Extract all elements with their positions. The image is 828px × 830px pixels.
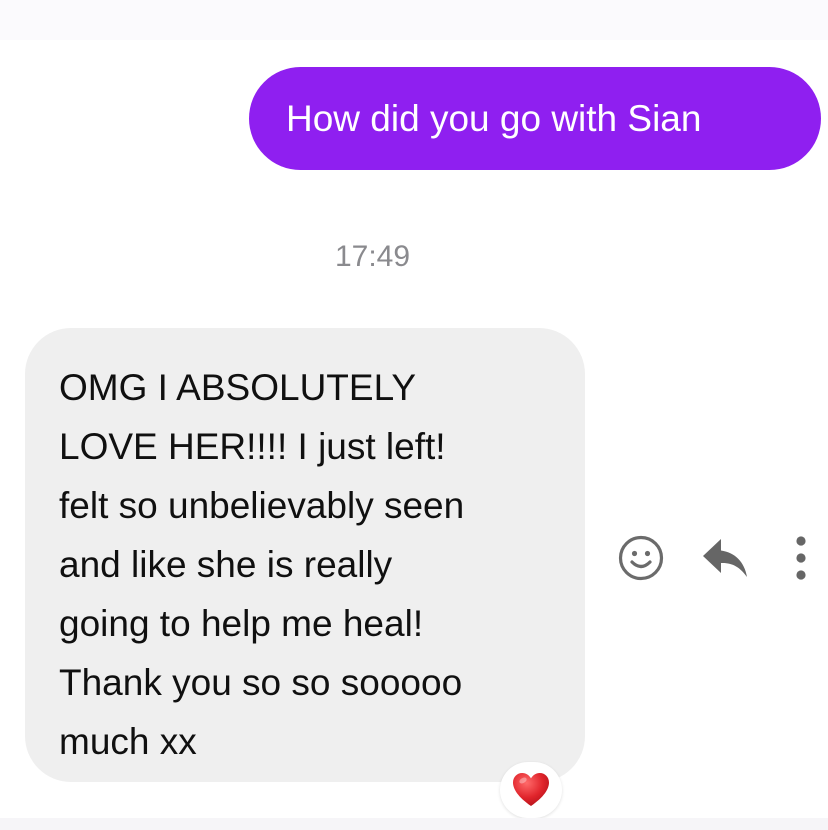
more-options-button[interactable] <box>786 532 816 584</box>
received-message-line: Thank you so so sooooo <box>59 662 463 703</box>
received-message-line: OMG I ABSOLUTELY <box>59 367 417 408</box>
received-message-line: and like she is really <box>59 544 393 585</box>
received-message-line: going to help me heal! <box>59 603 424 644</box>
top-bar-strip <box>0 0 828 40</box>
smiley-icon <box>618 535 664 581</box>
received-message-line: LOVE HER!!!! I just left! <box>59 426 446 467</box>
react-button[interactable] <box>617 534 665 582</box>
reply-button[interactable] <box>700 536 750 580</box>
heart-icon <box>513 773 549 806</box>
message-timestamp: 17:49 <box>334 240 411 273</box>
received-message-line: felt so unbelievably seen <box>59 485 465 526</box>
sent-message-bubble[interactable]: How did you go with Sian <box>249 67 821 170</box>
heart-reaction[interactable] <box>500 762 562 818</box>
more-vertical-icon <box>796 536 806 580</box>
sent-message-text: How did you go with Sian <box>286 98 702 139</box>
received-message-bubble[interactable]: OMG I ABSOLUTELY LOVE HER!!!! I just lef… <box>25 328 585 782</box>
bottom-bar-strip <box>0 818 828 830</box>
reply-arrow-icon <box>703 539 747 577</box>
received-message-line: much xx <box>59 721 197 762</box>
